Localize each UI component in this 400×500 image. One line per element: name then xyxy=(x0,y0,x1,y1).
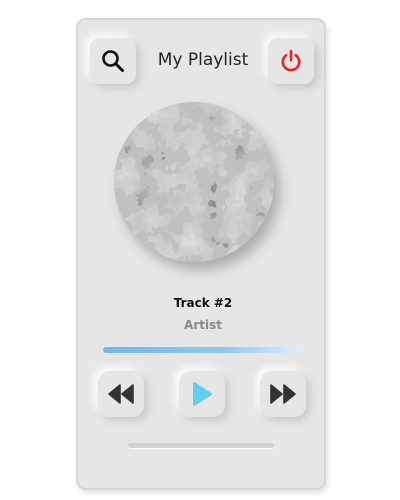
track-title: Track #2 xyxy=(173,296,233,310)
previous-button[interactable] xyxy=(98,371,144,417)
power-button[interactable] xyxy=(268,38,314,84)
play-button[interactable] xyxy=(179,371,225,417)
player-card: My Playlist Track #2 Artist xyxy=(76,18,326,490)
rewind-icon xyxy=(108,384,134,404)
play-icon xyxy=(193,382,212,406)
progress-fill xyxy=(103,347,301,353)
album-cover xyxy=(114,102,274,262)
page-title: My Playlist xyxy=(157,50,249,70)
progress-bar[interactable] xyxy=(103,347,301,353)
fast-forward-icon xyxy=(270,384,296,404)
next-button[interactable] xyxy=(260,371,306,417)
search-icon xyxy=(102,50,124,72)
artist-name: Artist xyxy=(184,318,222,332)
search-button[interactable] xyxy=(90,38,136,84)
power-icon xyxy=(281,49,301,72)
home-indicator xyxy=(128,443,274,448)
